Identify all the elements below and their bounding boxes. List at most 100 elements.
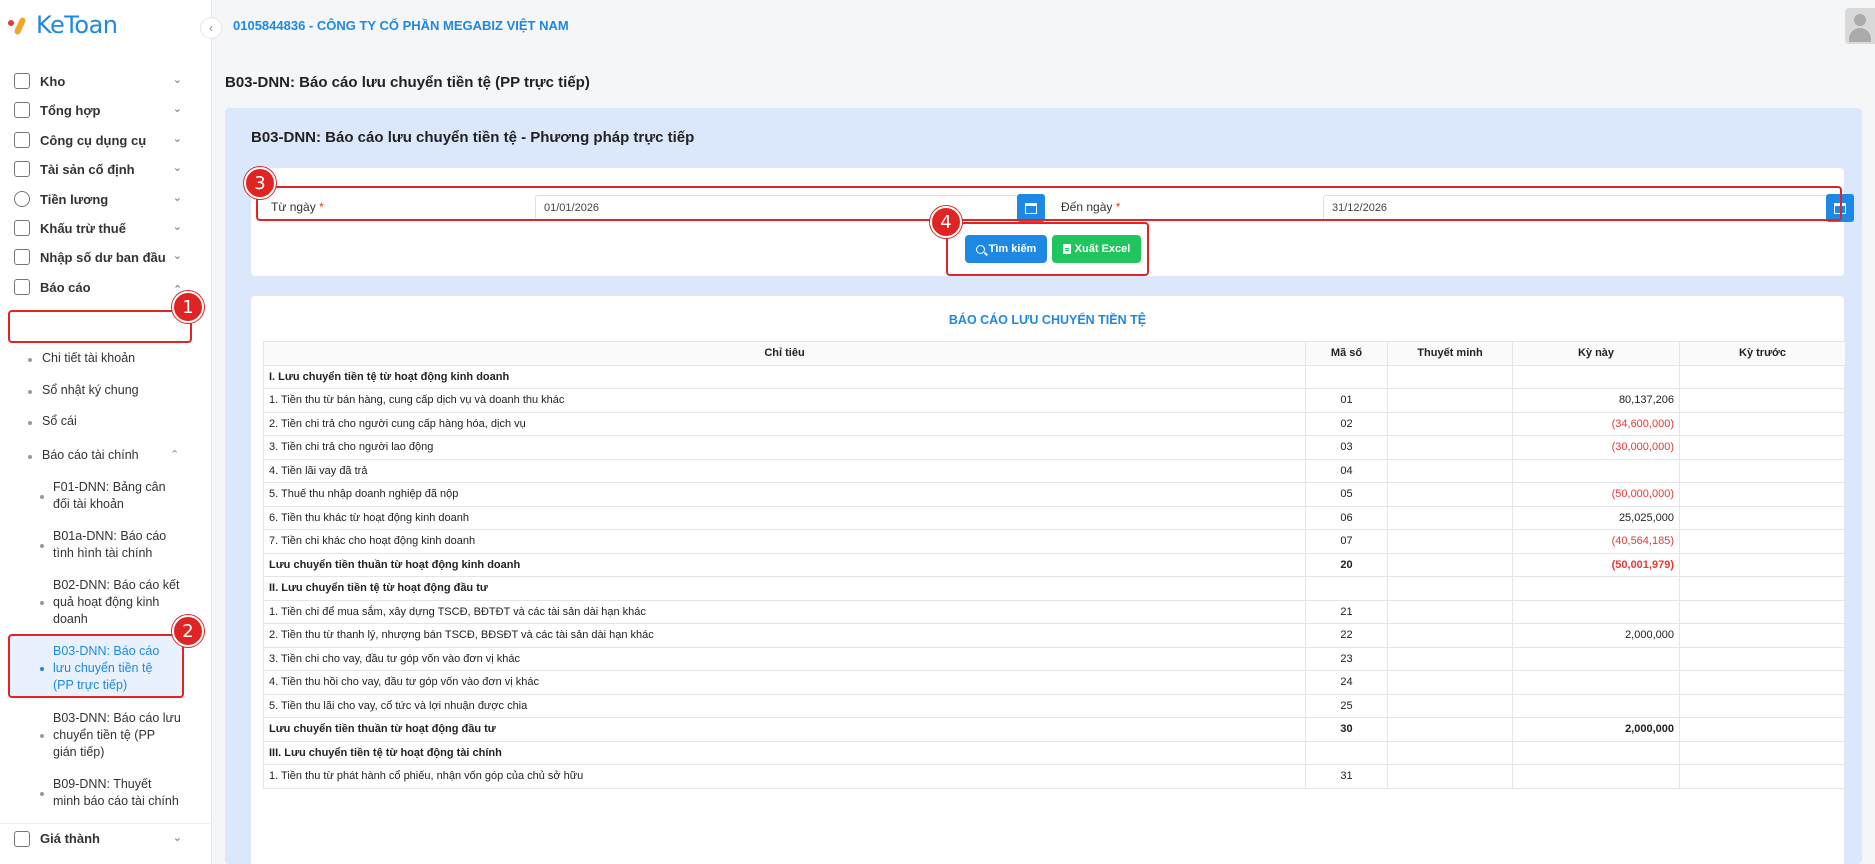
table-row: 3. Tiền chi cho vay, đầu tư góp vốn vào …: [263, 646, 1846, 671]
edit-icon: [14, 249, 30, 265]
row-note-cell: [1387, 740, 1513, 765]
sidebar-item-cong-cu[interactable]: Công cụ dụng cụ ⌄: [0, 125, 212, 155]
row-current-cell: [1512, 576, 1680, 601]
logo-text: KeToan: [36, 11, 118, 39]
row-note-cell: [1387, 552, 1513, 577]
row-code-cell: 23: [1305, 646, 1388, 671]
column-header: Thuyết minh: [1387, 341, 1513, 366]
row-label-cell: Lưu chuyển tiền thuần từ hoạt động đầu t…: [263, 717, 1306, 742]
row-previous-cell: [1679, 388, 1846, 413]
report-table-body: I. Lưu chuyển tiền tệ từ hoạt động kinh …: [263, 364, 1846, 789]
table-row: 1. Tiền chi để mua sắm, xây dựng TSCĐ, B…: [263, 599, 1846, 624]
row-note-cell: [1387, 388, 1513, 413]
sidebar-item-tai-san[interactable]: Tài sản cố định ⌄: [0, 154, 212, 184]
sidebar-item-nhap-so-du[interactable]: Nhập số dư ban đầu ⌄: [0, 242, 212, 272]
bullet-icon: [28, 390, 32, 394]
column-header: Chỉ tiêu: [263, 341, 1306, 366]
app-logo[interactable]: KeToan: [8, 11, 118, 39]
row-current-cell: [1512, 764, 1680, 789]
row-previous-cell: [1679, 764, 1846, 789]
sidebar-item-khau-tru-thue[interactable]: Khấu trừ thuế ⌄: [0, 213, 212, 243]
table-row: 3. Tiền chi trả cho người lao động 03 (30,…: [263, 435, 1846, 460]
row-label-cell: 2. Tiền thu từ thanh lý, nhượng bán TSCĐ…: [263, 623, 1306, 648]
sidebar-subitem-f01[interactable]: F01-DNN: Bảng cân đối tài khoản: [0, 479, 212, 515]
export-excel-button[interactable]: Xuất Excel: [1052, 235, 1141, 263]
annotation-badge-1: 1: [172, 291, 204, 323]
report-icon: [14, 279, 30, 295]
sidebar-subitem-b03-gian-tiep[interactable]: B03-DNN: Báo cáo lưu chuyển tiền tệ (PP …: [0, 710, 212, 762]
row-note-cell: [1387, 623, 1513, 648]
table-row: 1. Tiền thu từ bán hàng, cung cấp dịch v…: [263, 388, 1846, 413]
row-label-cell: 2. Tiền chi trả cho người cung cấp hàng …: [263, 411, 1306, 436]
avatar[interactable]: [1845, 8, 1875, 44]
sidebar-item-gia-thanh[interactable]: Giá thành ⌄: [0, 823, 212, 853]
table-row: 5. Tiền thu lãi cho vay, cổ tức và lợi n…: [263, 693, 1846, 718]
from-date-calendar-button[interactable]: [1017, 194, 1045, 222]
row-current-cell: (30,000,000): [1512, 435, 1680, 460]
row-previous-cell: [1679, 646, 1846, 671]
bullet-icon: [40, 495, 44, 499]
sidebar-subitem-bao-cao-tai-chinh[interactable]: Báo cáo tài chính ⌄: [0, 447, 212, 465]
sidebar-subitem-b01a[interactable]: B01a-DNN: Báo cáo tình hình tài chính: [0, 528, 212, 564]
sidebar-subitem-chi-tiet-tk[interactable]: Chi tiết tài khoản: [0, 350, 212, 368]
bullet-icon: [40, 792, 44, 796]
sidebar-subitem-label: Chi tiết tài khoản: [42, 351, 136, 365]
page-title: B03-DNN: Báo cáo lưu chuyển tiền tệ (PP …: [225, 74, 590, 91]
table-row: 1. Tiền thu từ phát hành cổ phiếu, nhận …: [263, 764, 1846, 789]
sidebar-item-tien-luong[interactable]: Tiền lương ⌄: [0, 184, 212, 214]
row-label-cell: 5. Thuế thu nhập doanh nghiệp đã nộp: [263, 482, 1306, 507]
annotation-badge-4: 4: [930, 206, 962, 238]
sidebar-subitem-so-cai[interactable]: Sổ cái: [0, 413, 212, 431]
top-bar: 0105844836 - CÔNG TY CỔ PHẦN MEGABIZ VIỆ…: [213, 0, 1875, 52]
dollar-icon: [14, 191, 30, 207]
row-current-cell: [1512, 670, 1680, 695]
row-note-cell: [1387, 576, 1513, 601]
to-date-calendar-button[interactable]: [1826, 194, 1854, 222]
row-code-cell: 21: [1305, 599, 1388, 624]
sidebar-subitem-b09[interactable]: B09-DNN: Thuyết minh báo cáo tài chính: [0, 776, 212, 812]
sidebar-item-kho[interactable]: Kho ⌄: [0, 66, 212, 96]
car-icon: [14, 161, 30, 177]
bullet-icon: [28, 455, 32, 459]
row-code-cell: 31: [1305, 764, 1388, 789]
row-label-cell: III. Lưu chuyển tiền tệ từ hoạt động tài…: [263, 740, 1306, 765]
row-label-cell: II. Lưu chuyển tiền tệ từ hoạt động đầu …: [263, 576, 1306, 601]
table-row: 4. Tiền lãi vay đã trả 04: [263, 458, 1846, 483]
from-date-label: Từ ngày *: [271, 200, 324, 214]
sidebar-subitem-so-nhat-ky[interactable]: Sổ nhật ký chung: [0, 382, 212, 400]
row-label-cell: 1. Tiền thu từ phát hành cổ phiếu, nhận …: [263, 764, 1306, 789]
row-code-cell: 30: [1305, 717, 1388, 742]
to-date-input[interactable]: 31/12/2026: [1323, 195, 1838, 221]
chart-line-icon: [14, 102, 30, 118]
sidebar-item-label: Công cụ dụng cụ: [40, 132, 147, 148]
chevron-down-icon: ⌄: [172, 74, 182, 86]
row-code-cell: [1305, 740, 1388, 765]
company-name[interactable]: 0105844836 - CÔNG TY CỔ PHẦN MEGABIZ VIỆ…: [233, 18, 569, 33]
table-row: III. Lưu chuyển tiền tệ từ hoạt động tài…: [263, 740, 1846, 765]
search-button[interactable]: Tìm kiếm: [965, 235, 1047, 263]
panel-title: B03-DNN: Báo cáo lưu chuyển tiền tệ - Ph…: [251, 129, 695, 146]
row-code-cell: 04: [1305, 458, 1388, 483]
sidebar-item-tong-hop[interactable]: Tổng hợp ⌄: [0, 95, 212, 125]
row-note-cell: [1387, 717, 1513, 742]
bullet-icon: [40, 601, 44, 605]
row-label-cell: 7. Tiền chi khác cho hoạt động kinh doan…: [263, 529, 1306, 554]
row-previous-cell: [1679, 458, 1846, 483]
annotation-badge-3: 3: [244, 167, 276, 199]
row-label-cell: 4. Tiền thu hồi cho vay, đầu tư góp vốn …: [263, 670, 1306, 695]
chevron-down-icon: ⌄: [172, 250, 182, 262]
sidebar-subitem-label: B09-DNN: Thuyết minh báo cáo tài chính: [53, 777, 179, 808]
row-code-cell: 01: [1305, 388, 1388, 413]
sidebar-subitem-b03-truc-tiep[interactable]: B03-DNN: Báo cáo lưu chuyển tiền tệ (PP …: [0, 643, 212, 695]
bank-icon: [14, 220, 30, 236]
export-excel-label: Xuất Excel: [1074, 243, 1131, 255]
sidebar-subitem-label: B03-DNN: Báo cáo lưu chuyển tiền tệ (PP …: [53, 644, 160, 692]
row-previous-cell: [1679, 435, 1846, 460]
row-label-cell: 3. Tiền chi trả cho người lao động: [263, 435, 1306, 460]
to-date-label: Đến ngày *: [1061, 200, 1121, 214]
row-code-cell: 03: [1305, 435, 1388, 460]
row-note-cell: [1387, 482, 1513, 507]
collapse-sidebar-button[interactable]: ‹: [200, 17, 222, 39]
row-current-cell: (50,000,000): [1512, 482, 1680, 507]
row-note-cell: [1387, 599, 1513, 624]
